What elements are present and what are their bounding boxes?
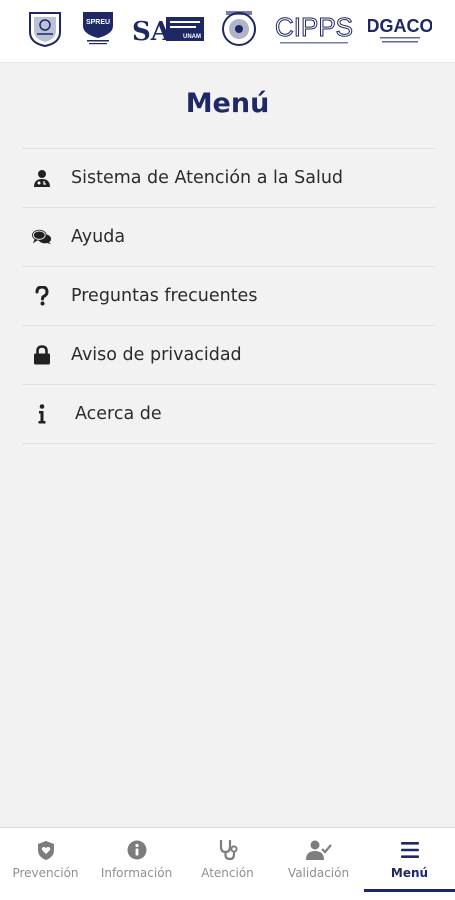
system-bottom-bar bbox=[0, 893, 455, 900]
menu-item-label: Acerca de bbox=[75, 404, 162, 424]
menu-item-ayuda[interactable]: Ayuda bbox=[22, 207, 436, 266]
bottom-navigation: Prevención Información Atención Validaci… bbox=[0, 827, 455, 894]
chat-bubbles-icon bbox=[32, 227, 52, 247]
menu-item-label: Aviso de privacidad bbox=[71, 345, 242, 365]
menu-item-preguntas[interactable]: Preguntas frecuentes bbox=[22, 266, 436, 325]
question-icon bbox=[32, 286, 52, 306]
nav-tab-label: Prevención bbox=[12, 866, 79, 880]
menu-item-aviso-privacidad[interactable]: Aviso de privacidad bbox=[22, 325, 436, 384]
shield-heart-icon bbox=[0, 839, 91, 861]
user-doctor-icon bbox=[32, 168, 52, 188]
nav-tab-label: Atención bbox=[201, 866, 254, 880]
svg-text:SA: SA bbox=[132, 17, 172, 47]
menu-item-label: Ayuda bbox=[71, 227, 126, 247]
svg-text:CIPPS: CIPPS bbox=[275, 12, 353, 42]
nav-tab-atencion[interactable]: Atención bbox=[182, 828, 273, 894]
active-tab-indicator bbox=[364, 889, 455, 892]
menu-list: Sistema de Atención a la Salud Ayuda Pre… bbox=[22, 148, 436, 444]
menu-item-label: Preguntas frecuentes bbox=[71, 286, 258, 306]
spreu-logo: SPREU bbox=[83, 12, 113, 45]
stethoscope-icon bbox=[182, 839, 273, 861]
hamburger-menu-icon bbox=[364, 839, 455, 861]
user-check-icon bbox=[273, 839, 364, 861]
info-icon bbox=[32, 404, 52, 424]
page-title: Menú bbox=[185, 88, 270, 119]
cipps-logo: CIPPS bbox=[274, 12, 354, 44]
nav-tab-label: Menú bbox=[390, 866, 429, 880]
nav-tab-menu[interactable]: Menú bbox=[364, 828, 455, 894]
nav-tab-label: Información bbox=[100, 866, 173, 880]
nav-tab-label: Validación bbox=[287, 866, 350, 880]
svg-text:DGACO: DGACO bbox=[368, 16, 432, 36]
svg-text:SPREU: SPREU bbox=[86, 19, 110, 26]
lock-icon bbox=[32, 345, 52, 365]
menu-item-label: Sistema de Atención a la Salud bbox=[71, 168, 344, 188]
info-circle-icon bbox=[91, 839, 182, 861]
nav-tab-informacion[interactable]: Información bbox=[91, 828, 182, 894]
sa-unam-logo: SA UNAM bbox=[132, 17, 204, 47]
nav-tab-validacion[interactable]: Validación bbox=[273, 828, 364, 894]
logo-header: SPREU SA UNAM CIPPS DGACO bbox=[0, 0, 455, 63]
dgaco-logo: DGACO bbox=[368, 16, 432, 43]
svg-text:UNAM: UNAM bbox=[183, 34, 201, 40]
unam-shield-logo bbox=[29, 12, 61, 48]
nav-tab-prevencion[interactable]: Prevención bbox=[0, 828, 91, 894]
menu-item-acerca-de[interactable]: Acerca de bbox=[22, 384, 436, 444]
menu-item-sistema-atencion[interactable]: Sistema de Atención a la Salud bbox=[22, 148, 436, 207]
escudo-seal-logo bbox=[222, 11, 256, 46]
